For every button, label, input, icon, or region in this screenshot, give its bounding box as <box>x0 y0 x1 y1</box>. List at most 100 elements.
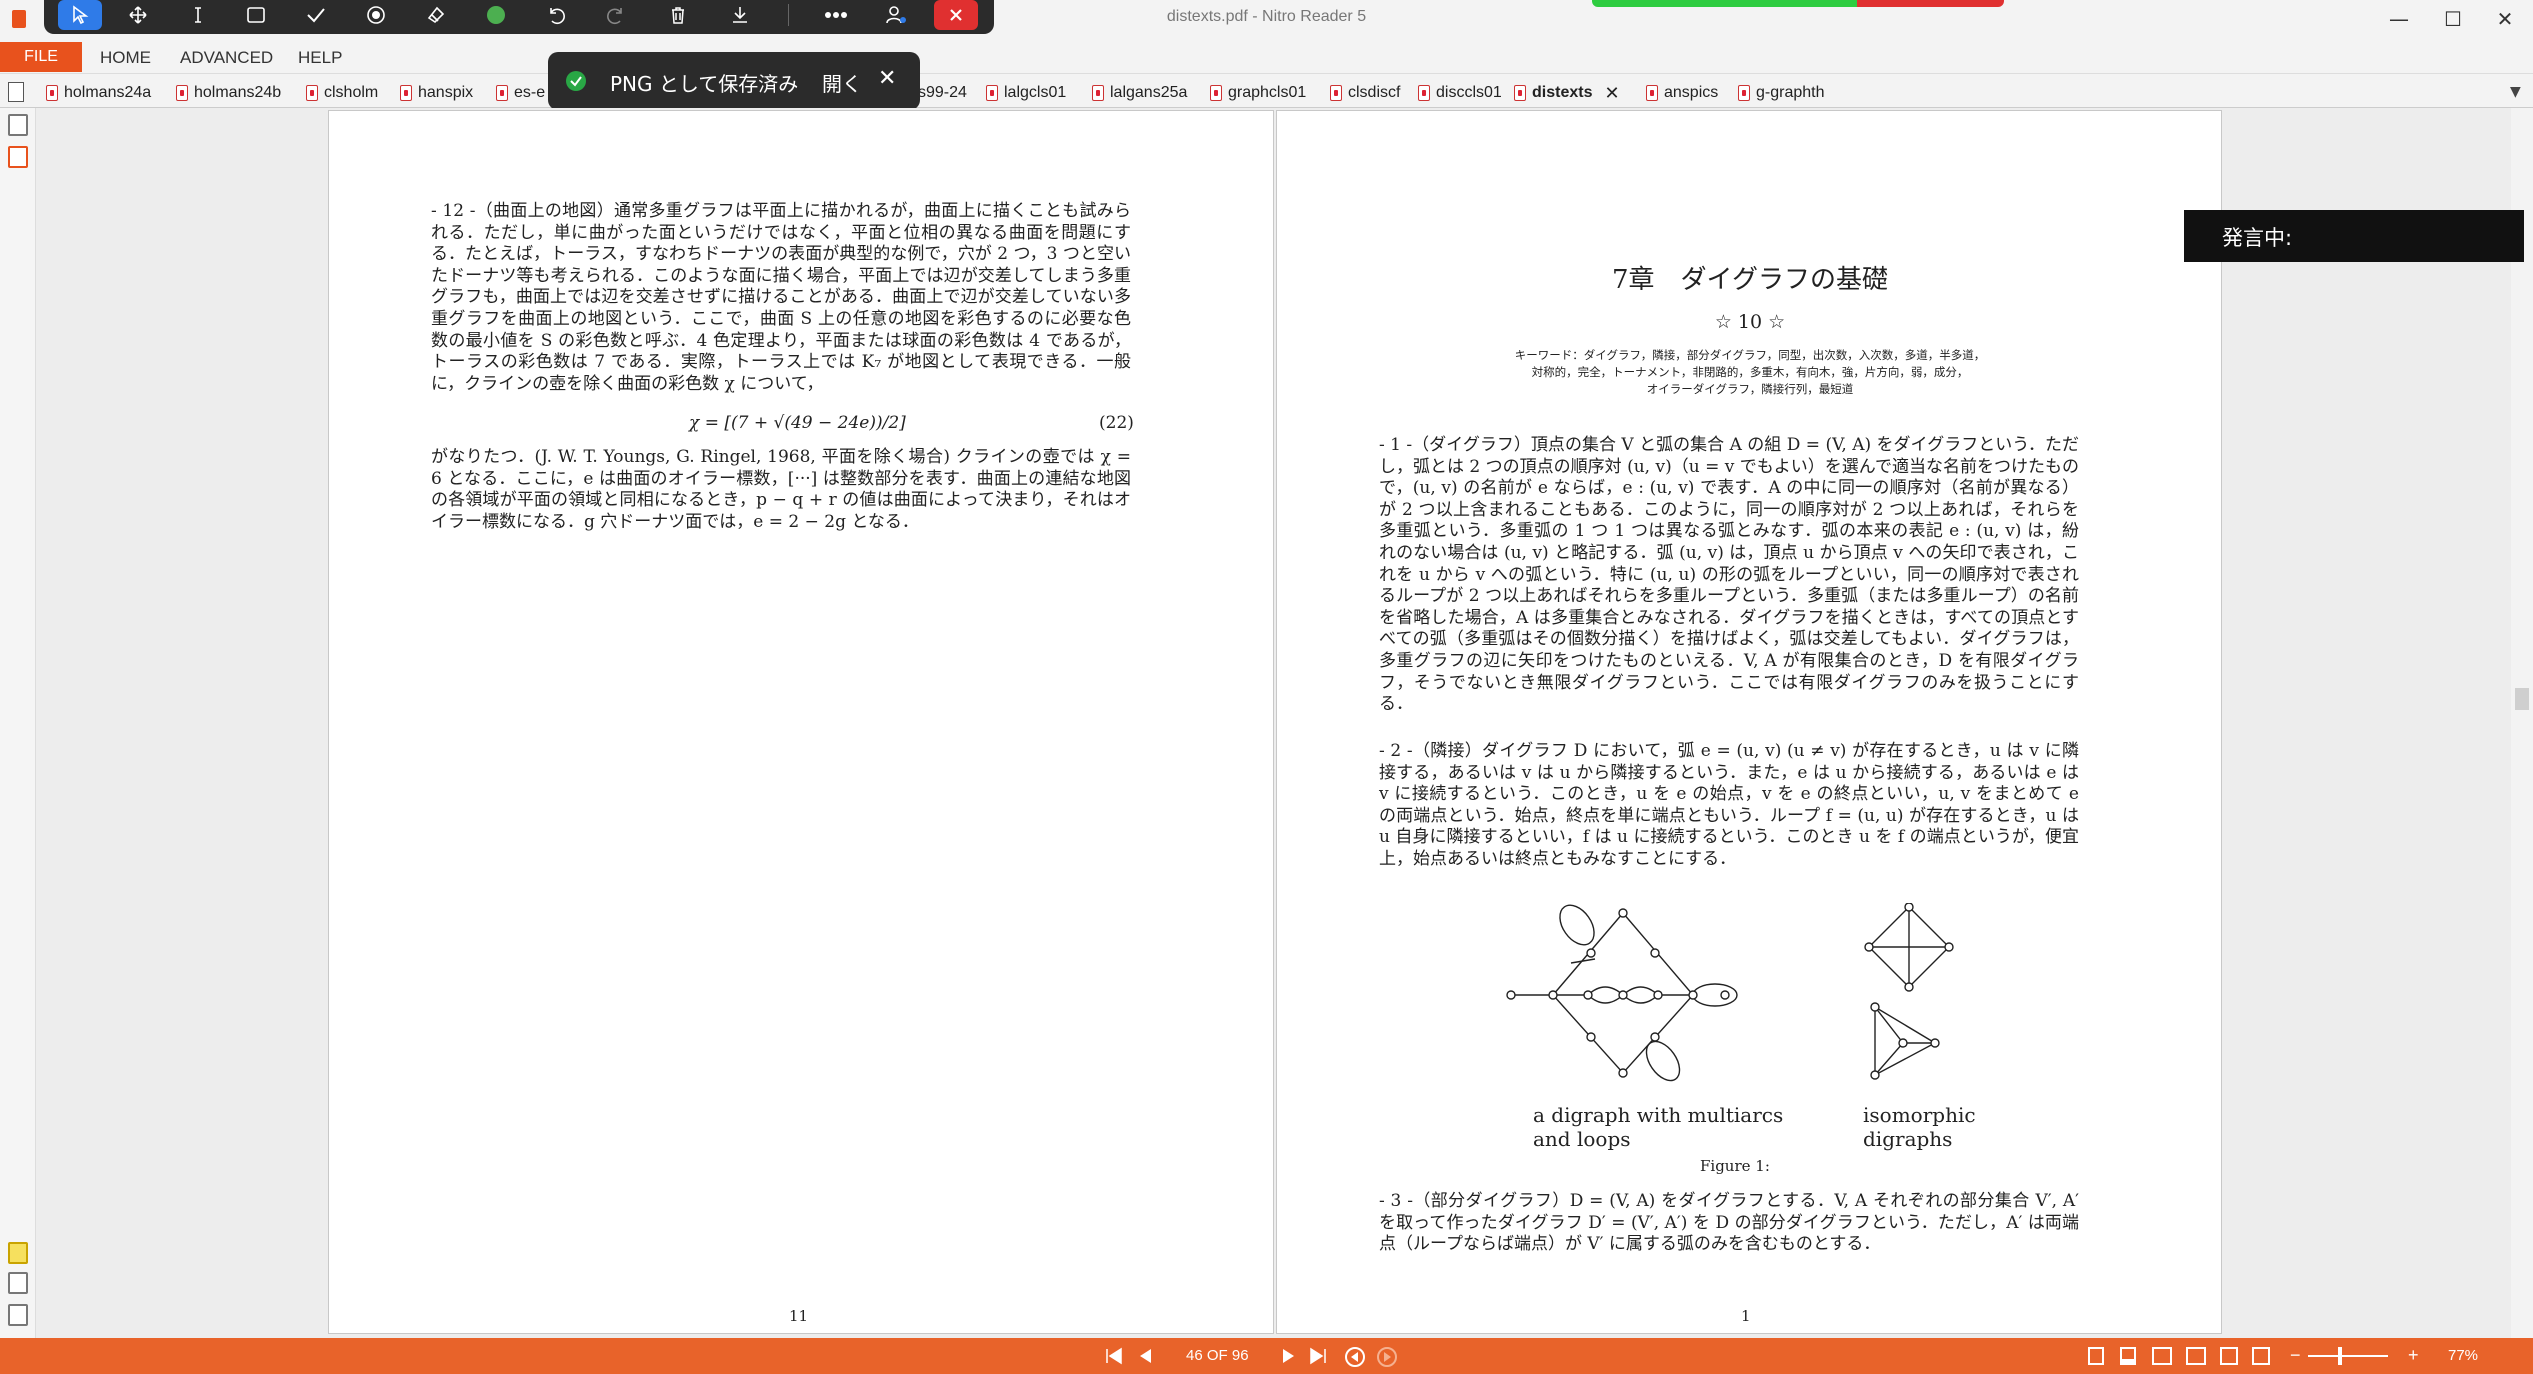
color-picker-icon[interactable] <box>474 0 518 30</box>
zoom-in-button[interactable]: + <box>2408 1345 2419 1365</box>
menu-advanced[interactable]: ADVANCED <box>180 48 273 68</box>
pdf-page-right: 7章 ダイグラフの基礎 ☆ 10 ☆ キーワード：ダイグラフ，隣接，部分ダイグラ… <box>1276 110 2222 1334</box>
more-options-icon[interactable] <box>814 0 858 30</box>
recording-status-green <box>1592 0 1857 7</box>
left-panel-rail <box>0 108 36 1338</box>
tab-lalgans25a[interactable]: lalgans25a <box>1092 80 1187 106</box>
trash-icon[interactable] <box>656 0 700 30</box>
text-cursor-icon[interactable] <box>176 0 220 30</box>
tab-label: anspics <box>1664 84 1719 101</box>
output-panel-icon[interactable] <box>8 1304 28 1326</box>
recording-status-red <box>1857 0 2004 7</box>
eraser-icon[interactable] <box>414 0 458 30</box>
tab-holmans24a[interactable]: holmans24a <box>46 80 151 106</box>
difficulty-stars: ☆ 10 ☆ <box>1714 311 1786 333</box>
tab-clsholm[interactable]: clsholm <box>306 80 378 106</box>
tab-es-e[interactable]: es-e <box>496 80 545 106</box>
tab-disccls01[interactable]: disccls01 <box>1418 80 1502 106</box>
tab-label: clsdiscf <box>1348 84 1401 101</box>
minimize-button[interactable]: — <box>2374 4 2424 34</box>
toolbar-close-icon[interactable] <box>934 0 978 30</box>
zoom-slider-handle[interactable] <box>2338 1347 2342 1365</box>
check-icon[interactable] <box>294 0 338 30</box>
tab-lalgcls01[interactable]: lalgcls01 <box>986 80 1066 106</box>
redo-icon[interactable] <box>594 0 638 30</box>
scrollbar-thumb[interactable] <box>2515 688 2529 710</box>
pdf-file-icon <box>176 85 188 101</box>
page-indicator[interactable]: 46 OF 96 <box>1186 1347 1249 1364</box>
toast-close-icon[interactable]: ✕ <box>878 66 896 91</box>
menu-file[interactable]: FILE <box>0 42 82 72</box>
pages-panel-icon[interactable] <box>8 114 28 136</box>
tab-hanspix[interactable]: hanspix <box>400 80 473 106</box>
spray-icon[interactable] <box>354 0 398 30</box>
equation: χ = [(7 + √(49 − 24e))/2] <box>689 413 906 433</box>
pdf-file-icon <box>46 85 58 101</box>
pdf-file-icon <box>496 85 508 101</box>
tab-label: hanspix <box>418 84 474 101</box>
previous-page-icon[interactable] <box>1136 1346 1154 1366</box>
window-close-button[interactable]: ✕ <box>2480 4 2530 34</box>
menu-help[interactable]: HELP <box>298 48 342 68</box>
comments-panel-icon[interactable] <box>8 1242 28 1264</box>
pdf-file-icon <box>1418 85 1430 101</box>
tab-label: g-graphth <box>1756 84 1825 101</box>
select-cursor-icon[interactable] <box>58 0 102 30</box>
page-icon[interactable] <box>8 82 24 102</box>
zoom-out-button[interactable]: − <box>2290 1345 2301 1365</box>
undo-icon[interactable] <box>534 0 578 30</box>
paragraph-1: - 1 -（ダイグラフ）頂点の集合 V と弧の集合 A の組 D = (V, A… <box>1379 435 2079 715</box>
pdf-page-left: - 12 -（曲面上の地図）通常多重グラフは平面上に描かれるが，曲面上に描くこと… <box>328 110 1274 1334</box>
pdf-file-icon <box>1738 85 1750 101</box>
toast-open-button[interactable]: 開く <box>822 68 862 97</box>
fit-page-icon[interactable] <box>2252 1347 2270 1365</box>
paragraph-12: - 12 -（曲面上の地図）通常多重グラフは平面上に描かれるが，曲面上に描くこと… <box>431 201 1131 394</box>
paragraph-3: - 3 -（部分ダイグラフ）D = (V, A) をダイグラフとする．V, A … <box>1379 1191 2079 1255</box>
pdf-file-icon <box>400 85 412 101</box>
tab-clsdiscf[interactable]: clsdiscf <box>1330 80 1400 106</box>
share-user-icon[interactable] <box>874 0 918 30</box>
vertical-scrollbar[interactable] <box>2511 108 2533 1338</box>
single-page-view-icon[interactable] <box>2088 1347 2104 1365</box>
figure-label-multiarc: a digraph with multiarcs and loops <box>1533 1103 1783 1151</box>
back-view-icon[interactable] <box>1344 1346 1366 1367</box>
download-icon[interactable] <box>718 0 762 30</box>
facing-view-icon[interactable] <box>2152 1347 2172 1365</box>
tab-close-icon[interactable]: ✕ <box>1604 83 1619 104</box>
next-page-icon[interactable] <box>1280 1346 1298 1366</box>
menu-home[interactable]: HOME <box>100 48 151 68</box>
toast-message: PNG として保存済み <box>610 72 799 96</box>
tab-label: lalgcls01 <box>1004 84 1067 101</box>
zoom-slider[interactable] <box>2308 1355 2388 1357</box>
tab-label: es-e <box>514 84 546 101</box>
move-icon[interactable] <box>116 0 160 30</box>
continuous-view-icon[interactable] <box>2120 1347 2136 1365</box>
tab-distexts[interactable]: distexts ✕ <box>1514 80 1620 106</box>
pdf-file-icon <box>1646 85 1658 101</box>
tab-g-graphth[interactable]: g-graphth <box>1738 80 1825 106</box>
maximize-button[interactable]: ☐ <box>2428 4 2478 34</box>
last-page-icon[interactable] <box>1308 1346 1328 1366</box>
fit-width-icon[interactable] <box>2220 1347 2238 1365</box>
pdf-file-icon <box>986 85 998 101</box>
pdf-file-icon <box>1092 85 1104 101</box>
tab-anspics[interactable]: anspics <box>1646 80 1718 106</box>
save-toast: PNG として保存済み 開く ✕ <box>548 52 920 110</box>
figure-label-line: a digraph with multiarcs <box>1533 1103 1784 1127</box>
forward-view-icon[interactable] <box>1376 1346 1398 1367</box>
toolbar-divider <box>788 4 789 26</box>
tab-graphcls01[interactable]: graphcls01 <box>1210 80 1306 106</box>
isomorphic-digraphs-figure <box>1864 903 1954 1080</box>
bookmarks-panel-icon[interactable] <box>8 146 28 168</box>
facing-continuous-view-icon[interactable] <box>2186 1347 2206 1365</box>
attachments-panel-icon[interactable] <box>8 1272 28 1294</box>
rectangle-icon[interactable] <box>234 0 278 30</box>
zoom-level[interactable]: 77% <box>2448 1347 2478 1364</box>
tab-overflow-chevron-icon[interactable]: ▼ <box>2510 84 2521 100</box>
document-viewer[interactable]: - 12 -（曲面上の地図）通常多重グラフは平面上に描かれるが，曲面上に描くこと… <box>36 108 2511 1338</box>
tab-s99-24[interactable]: s99-24 <box>918 80 967 106</box>
first-page-icon[interactable] <box>1104 1346 1124 1366</box>
keywords-line: 対称的，完全，トーナメント，非閉路的，多重木，有向木，強，片方向，弱，成分， <box>1531 365 1969 379</box>
bottom-status-bar: 46 OF 96 − + 77% <box>0 1338 2533 1374</box>
tab-holmans24b[interactable]: holmans24b <box>176 80 281 106</box>
